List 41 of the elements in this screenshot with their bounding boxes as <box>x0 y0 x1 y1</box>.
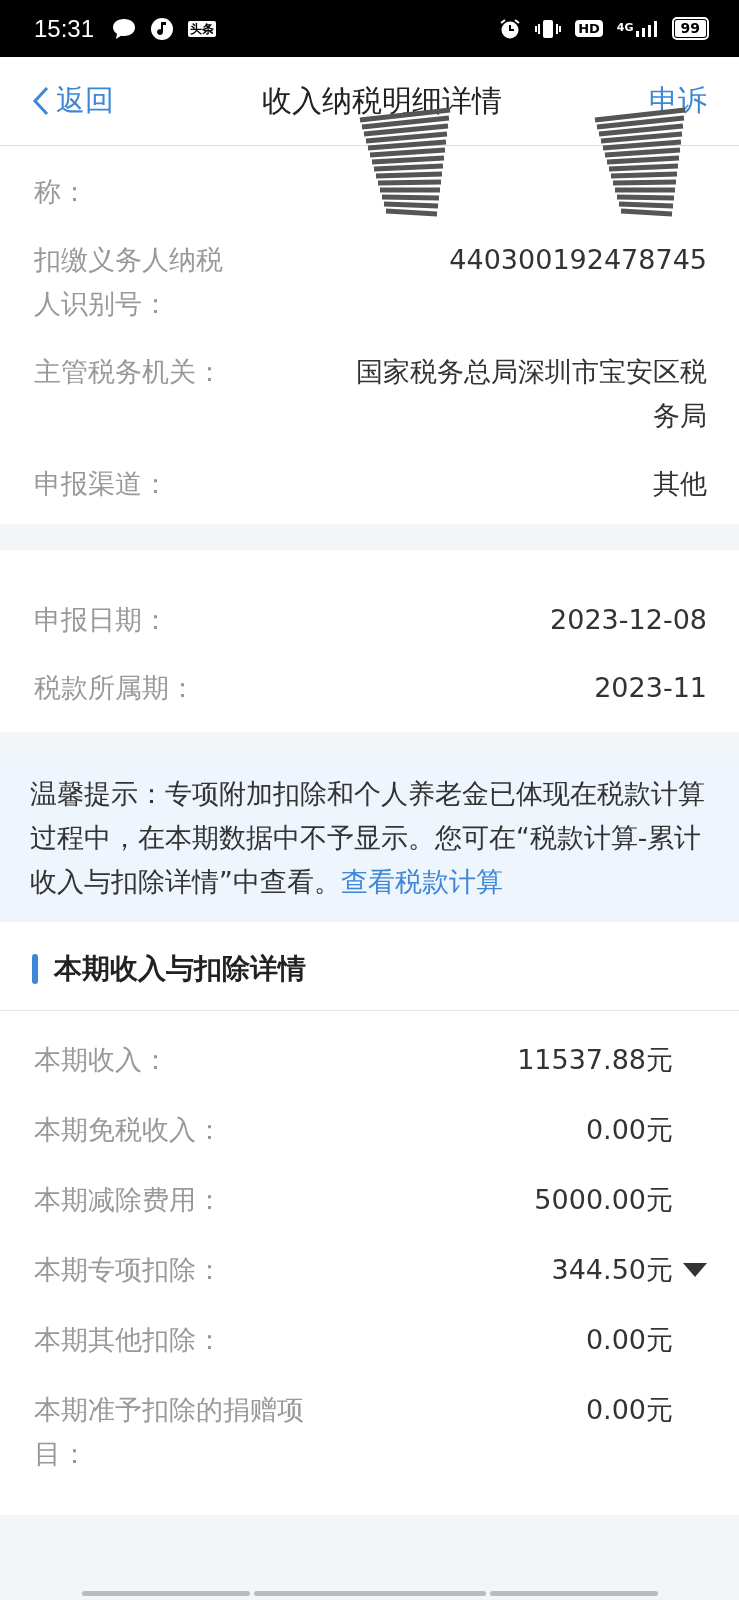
field-value: 2023-12-08 <box>550 603 707 637</box>
field-label: 本期准予扣除的捐赠项目： <box>34 1393 305 1471</box>
field-label: 本期收入： <box>34 1043 170 1077</box>
back-chevron-icon[interactable] <box>32 86 50 116</box>
field-label: 称： <box>34 175 89 209</box>
tip-text: 温馨提示：专项附加扣除和个人养老金已体现在税款计算过程中，在本期数据中不予显示。您可在“税款计算-累计收入与扣除详情”中查看。查看税款计算 <box>30 777 706 899</box>
music-note-icon <box>150 16 175 41</box>
field-label: 申报渠道： <box>34 467 170 501</box>
field-label: 本期专项扣除： <box>34 1253 224 1287</box>
field-value: 国家税务总局深圳市宝安区税务局 <box>355 355 707 433</box>
field-value: 其他 <box>653 467 707 501</box>
status-time: 15:31 <box>34 14 95 43</box>
tax-calculation-link[interactable]: 查看税款计算 <box>340 866 503 897</box>
field-label: 扣缴义务人纳税人识别号： <box>34 243 224 321</box>
battery-icon: 99 <box>671 17 709 40</box>
field-value: 440300192478745 <box>449 243 707 277</box>
field-value: 0.00元 <box>585 1323 673 1357</box>
network-label: 4G <box>616 20 634 34</box>
field-value: 0.00元 <box>585 1393 673 1427</box>
back-button[interactable]: 返回 <box>32 81 114 121</box>
section-title: 本期收入与扣除详情 <box>54 951 306 987</box>
field-label: 税款所属期： <box>34 671 197 705</box>
appeal-button[interactable]: 申诉 <box>649 81 707 121</box>
field-label: 本期其他扣除： <box>34 1323 224 1357</box>
hd-badge: HD <box>575 20 603 37</box>
field-label: 主管税务机关： <box>34 355 224 389</box>
chat-bubble-icon <box>112 17 137 40</box>
field-value: 2023-11 <box>594 671 707 705</box>
field-label: 本期减除费用： <box>34 1183 224 1217</box>
field-value: 344.50元 <box>551 1253 673 1287</box>
caret-icon[interactable] <box>683 1263 707 1277</box>
alarm-clock-icon <box>499 17 522 40</box>
field-value: 11537.88元 <box>517 1043 673 1077</box>
vibrate-icon <box>535 17 562 40</box>
signal-icon <box>635 20 658 37</box>
field-value: 0.00元 <box>585 1113 673 1147</box>
field-label: 申报日期： <box>34 603 170 637</box>
field-label: 本期免税收入： <box>34 1113 224 1147</box>
field-value: 5000.00元 <box>534 1183 673 1217</box>
app-badge: 头条 <box>188 20 217 37</box>
section-marker <box>32 954 38 984</box>
